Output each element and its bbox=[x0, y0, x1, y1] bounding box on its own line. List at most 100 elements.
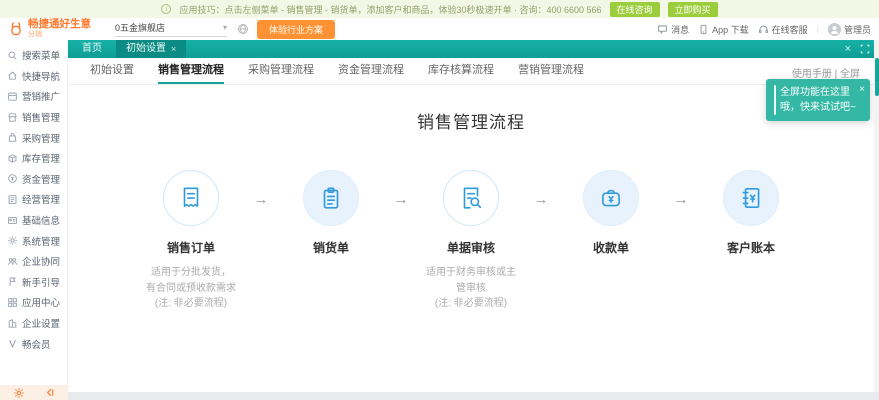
sidebar-bottom-bar bbox=[0, 385, 68, 400]
sidebar-item-guide[interactable]: 新手引导 bbox=[0, 272, 67, 293]
sidebar-item-label: 销售管理 bbox=[22, 110, 60, 124]
sidebar-item-collaboration[interactable]: 企业协同 bbox=[0, 251, 67, 272]
bottom-strip bbox=[68, 392, 879, 400]
sidebar-item-label: 企业协同 bbox=[22, 254, 60, 268]
sidebar-item-sales[interactable]: 销售管理 bbox=[0, 107, 67, 128]
chevron-down-icon: ▾ bbox=[223, 23, 227, 32]
sidebar-item-quick-nav[interactable]: 快捷导航 bbox=[0, 66, 67, 87]
clipboard-icon bbox=[318, 185, 344, 211]
toast-accent-bar bbox=[774, 85, 776, 115]
doc-search-icon bbox=[458, 185, 484, 211]
sidebar-item-label: 畅会员 bbox=[22, 337, 51, 351]
brand-name: 畅捷通好生意 bbox=[28, 19, 91, 31]
sidebar-item-funds[interactable]: 资金管理 bbox=[0, 169, 67, 190]
user-name: 管理员 bbox=[844, 23, 871, 36]
tab-bar: 首页 初始设置 × × bbox=[68, 40, 879, 58]
avatar bbox=[828, 23, 841, 36]
tab-initial-settings[interactable]: 初始设置 × bbox=[116, 40, 186, 58]
promo-topbar: i 应用技巧：点击左侧菜单 - 销售管理 - 销货单，添加客户和商品，体验30秒… bbox=[0, 0, 879, 18]
sidebar-item-member[interactable]: 畅会员 bbox=[0, 333, 67, 354]
messages-link[interactable]: 消息 bbox=[657, 23, 689, 36]
sidebar-item-label: 营销推广 bbox=[22, 89, 60, 103]
manual-fullscreen-links[interactable]: 使用手册 | 全屏 bbox=[792, 65, 860, 80]
settings-gear-icon[interactable] bbox=[13, 387, 25, 399]
sidebar-item-label: 快捷导航 bbox=[22, 69, 60, 83]
gear-icon bbox=[7, 235, 18, 246]
sidebar-item-label: 系统管理 bbox=[22, 234, 60, 248]
subtab-funds-process[interactable]: 资金管理流程 bbox=[338, 61, 404, 84]
sidebar-nav: 搜索菜单 快捷导航 营销推广 销售管理 采购管理 库存管理 资金管理 经营管理 … bbox=[0, 40, 68, 385]
subtab-sales-process[interactable]: 销售管理流程 bbox=[158, 61, 224, 84]
tab-close-icon[interactable]: × bbox=[171, 40, 176, 58]
v-badge-icon bbox=[7, 338, 18, 349]
sidebar-item-label: 应用中心 bbox=[22, 295, 60, 309]
chat-bubble-icon bbox=[657, 24, 668, 35]
sidebar-item-marketing[interactable]: 营销推广 bbox=[0, 86, 67, 107]
step-circle bbox=[583, 170, 639, 226]
org-select[interactable]: 0五金旗舰店 ▾ bbox=[115, 21, 227, 37]
report-icon bbox=[7, 194, 18, 205]
sidebar-item-operations[interactable]: 经营管理 bbox=[0, 189, 67, 210]
promo-tip-text: 应用技巧：点击左侧菜单 - 销售管理 - 销货单，添加客户和商品，体验30秒极速… bbox=[179, 3, 601, 16]
headset-icon bbox=[758, 24, 769, 35]
main-content: 初始设置 销售管理流程 采购管理流程 资金管理流程 库存核算流程 营销管理流程 … bbox=[68, 58, 874, 392]
step-label: 客户账本 bbox=[699, 239, 803, 256]
sidebar-item-system[interactable]: 系统管理 bbox=[0, 230, 67, 251]
collapse-sidebar-icon[interactable] bbox=[44, 387, 55, 398]
online-service-link[interactable]: 在线客服 bbox=[758, 23, 808, 36]
box-icon bbox=[7, 153, 18, 164]
phone-icon bbox=[698, 24, 709, 35]
sidebar-item-label: 库存管理 bbox=[22, 151, 60, 165]
tab-home[interactable]: 首页 bbox=[68, 40, 116, 58]
page-title: 销售管理流程 bbox=[68, 108, 874, 133]
flow-step-sales-order: 销售订单 适用于分批发货， 有合同或预收款需求 (注: 非必要流程) bbox=[139, 170, 243, 312]
building-icon bbox=[7, 318, 18, 329]
grid-icon bbox=[7, 297, 18, 308]
brand-logo: 畅捷通好生意 分销 bbox=[8, 19, 91, 38]
receipt-icon bbox=[178, 185, 204, 211]
flow-arrow-icon: → bbox=[663, 191, 699, 208]
scrollbar-thumb[interactable] bbox=[875, 58, 879, 96]
messages-label: 消息 bbox=[671, 23, 689, 36]
step-label: 收款单 bbox=[559, 239, 663, 256]
app-header: 畅捷通好生意 分销 0五金旗舰店 ▾ 体验行业方案 消息 App 下载 在线客服… bbox=[0, 18, 879, 40]
home-icon bbox=[7, 70, 18, 81]
subtab-inventory-process[interactable]: 库存核算流程 bbox=[428, 61, 494, 84]
org-select-value: 0五金旗舰店 bbox=[115, 21, 165, 34]
sidebar-item-enterprise-settings[interactable]: 企业设置 bbox=[0, 313, 67, 334]
buy-now-button[interactable]: 立即购买 bbox=[668, 2, 718, 17]
divider: | bbox=[817, 24, 819, 34]
coin-icon bbox=[7, 173, 18, 184]
step-circle bbox=[163, 170, 219, 226]
toast-close-icon[interactable]: × bbox=[859, 82, 865, 97]
calendar-icon bbox=[7, 91, 18, 102]
step-label: 销售订单 bbox=[139, 239, 243, 256]
sidebar-item-purchase[interactable]: 采购管理 bbox=[0, 127, 67, 148]
step-circle bbox=[303, 170, 359, 226]
globe-icon[interactable] bbox=[237, 23, 249, 35]
app-download-label: App 下载 bbox=[712, 23, 749, 36]
flow-step-receipt: 收款单 bbox=[559, 170, 663, 256]
flow-arrow-icon: → bbox=[383, 191, 419, 208]
consult-button[interactable]: 在线咨询 bbox=[610, 2, 660, 17]
industry-solution-button[interactable]: 体验行业方案 bbox=[257, 20, 335, 39]
fullscreen-icon[interactable] bbox=[860, 44, 870, 54]
sidebar-item-search-menu[interactable]: 搜索菜单 bbox=[0, 45, 67, 66]
app-download-link[interactable]: App 下载 bbox=[698, 23, 749, 36]
subtab-initial-settings[interactable]: 初始设置 bbox=[90, 61, 134, 84]
step-circle bbox=[723, 170, 779, 226]
search-icon bbox=[7, 50, 18, 61]
sidebar-item-label: 基础信息 bbox=[22, 213, 60, 227]
subtab-marketing-process[interactable]: 营销管理流程 bbox=[518, 61, 584, 84]
process-subtabs: 初始设置 销售管理流程 采购管理流程 资金管理流程 库存核算流程 营销管理流程 … bbox=[68, 58, 874, 85]
user-menu[interactable]: 管理员 bbox=[828, 23, 871, 36]
purse-icon bbox=[598, 185, 624, 211]
close-all-tabs-icon[interactable]: × bbox=[845, 43, 851, 55]
sidebar-item-label: 新手引导 bbox=[22, 275, 60, 289]
sidebar-item-base-info[interactable]: 基础信息 bbox=[0, 210, 67, 231]
sidebar-item-inventory[interactable]: 库存管理 bbox=[0, 148, 67, 169]
subtab-purchase-process[interactable]: 采购管理流程 bbox=[248, 61, 314, 84]
sidebar-item-app-center[interactable]: 应用中心 bbox=[0, 292, 67, 313]
step-circle bbox=[443, 170, 499, 226]
step-description: 适用于分批发货， 有合同或预收款需求 (注: 非必要流程) bbox=[139, 265, 243, 312]
